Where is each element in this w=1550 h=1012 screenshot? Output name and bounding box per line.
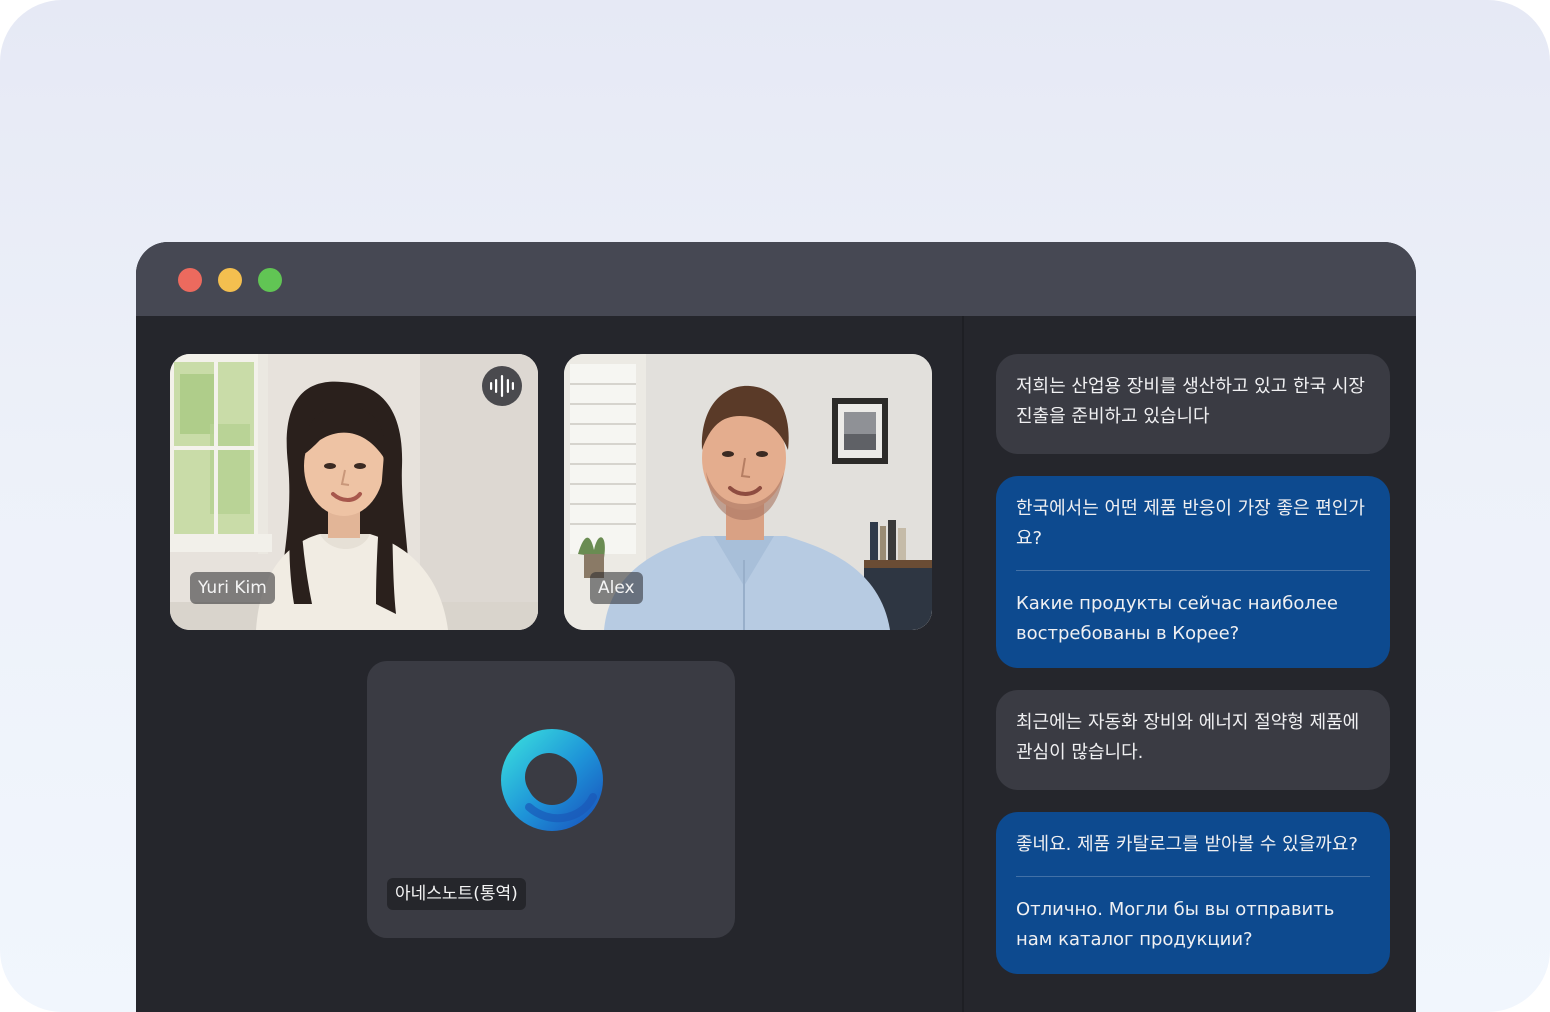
speaking-indicator bbox=[482, 366, 522, 406]
app-window: Yuri Kim Alex 아네스노트(통역) 저희는 산업용 장비를 생산하고… bbox=[136, 242, 1416, 1012]
message-translation: Отлично. Могли бы вы отправить нам катал… bbox=[1016, 899, 1335, 950]
minimize-window-button[interactable] bbox=[218, 268, 242, 292]
transcript-message: 한국에서는 어떤 제품 반응이 가장 좋은 편인가요? Какие продук… bbox=[996, 476, 1390, 668]
transcript-message: 최근에는 자동화 장비와 에너지 절약형 제품에 관심이 많습니다. bbox=[996, 690, 1390, 790]
participant-tile-alex[interactable]: Alex bbox=[564, 354, 932, 630]
message-translation: Какие продукты сейчас наиболее востребов… bbox=[1016, 593, 1338, 644]
participant-name-tag: Yuri Kim bbox=[190, 572, 275, 604]
title-bar bbox=[136, 242, 1416, 316]
ring-logo-icon bbox=[501, 729, 603, 831]
message-text: 좋네요. 제품 카탈로그를 받아볼 수 있을까요? bbox=[1016, 834, 1358, 855]
participant-tile-yuri-kim[interactable]: Yuri Kim bbox=[170, 354, 538, 630]
transcript-panel: 저희는 산업용 장비를 생산하고 있고 한국 시장 진출을 준비하고 있습니다 … bbox=[964, 316, 1416, 1012]
waveform-icon bbox=[490, 375, 514, 397]
transcript-message: 저희는 산업용 장비를 생산하고 있고 한국 시장 진출을 준비하고 있습니다 bbox=[996, 354, 1390, 454]
message-text: 최근에는 자동화 장비와 에너지 절약형 제품에 관심이 많습니다. bbox=[1016, 712, 1360, 763]
video-stage: Yuri Kim Alex 아네스노트(통역) bbox=[136, 316, 962, 1012]
translation-divider bbox=[1016, 570, 1370, 571]
translation-divider bbox=[1016, 876, 1370, 877]
participant-name-tag: 아네스노트(통역) bbox=[387, 878, 526, 910]
message-text: 한국에서는 어떤 제품 반응이 가장 좋은 편인가요? bbox=[1016, 498, 1365, 549]
transcript-message: 좋네요. 제품 카탈로그를 받아볼 수 있을까요? Отлично. Могли… bbox=[996, 812, 1390, 974]
close-window-button[interactable] bbox=[178, 268, 202, 292]
zoom-window-button[interactable] bbox=[258, 268, 282, 292]
participant-name-tag: Alex bbox=[590, 572, 643, 604]
app-frame: Yuri Kim Alex 아네스노트(통역) 저희는 산업용 장비를 생산하고… bbox=[0, 0, 1550, 1012]
participant-tile-interpreter[interactable]: 아네스노트(통역) bbox=[367, 661, 735, 938]
message-text: 저희는 산업용 장비를 생산하고 있고 한국 시장 진출을 준비하고 있습니다 bbox=[1016, 376, 1365, 427]
